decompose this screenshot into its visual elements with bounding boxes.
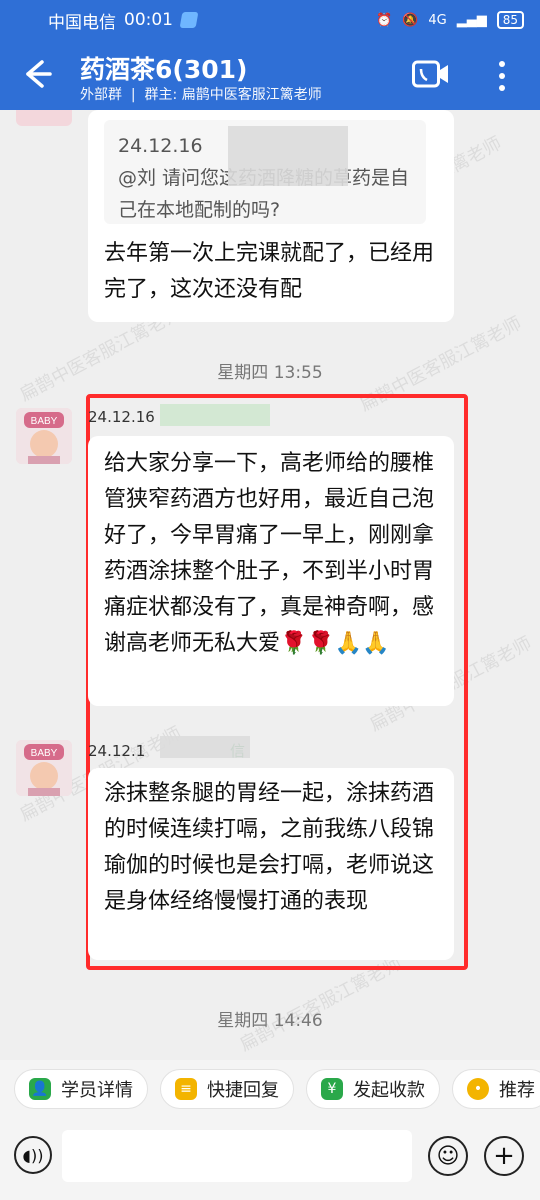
chip-label: 快捷回复 [207,1080,279,1101]
sender-name: 24.12.16 [88,408,155,426]
svg-text:BABY: BABY [31,416,58,427]
emoji-icon[interactable]: ☺ [428,1136,468,1176]
input-bar: ◖)) ☺ + [0,1118,540,1200]
plus-icon[interactable]: + [484,1136,524,1176]
voice-input-icon[interactable]: ◖)) [14,1136,52,1174]
redaction-blur [160,404,270,426]
group-owner-label: 群主: 扁鹊中医客服江篱老师 [144,87,322,103]
avatar-image: BABY [16,408,72,464]
message-input[interactable] [62,1130,412,1182]
quick-reply-button[interactable]: ≡ 快捷回复 [160,1069,294,1109]
chip-label: 发起收款 [353,1080,425,1101]
redaction-blur [160,736,250,758]
quick-action-bar: 👤 学员详情 ≡ 快捷回复 ¥ 发起收款 • 推荐 [0,1060,540,1118]
mute-icon: 🔕 [402,12,419,28]
chat-header: 药酒茶6(301) 外部群 | 群主: 扁鹊中医客服江篱老师 [0,40,540,110]
message-bubble[interactable]: 涂抹整条腿的胃经一起，涂抹药酒的时候连续打嗝，之前我练八段锦瑜伽的时候也是会打嗝… [88,768,454,960]
message-text: 给大家分享一下，高老师给的腰椎管狭窄药酒方也好用，最近自己泡好了，今早胃痛了一早… [104,451,435,656]
chat-title: 药酒茶6(301) [80,55,248,84]
timestamp: 星期四 14:46 [217,1011,323,1031]
chat-area[interactable]: 扁鹊中医客服江篱老师 扁鹊中医客服江篱老师 扁鹊中医客服江篱老师 扁鹊中医客服江… [0,110,540,1060]
sender-name-prefix: 24.12.1 [88,742,146,760]
recommend-button[interactable]: • 推荐 [452,1069,540,1109]
top-bar: 中国电信 00:01 ⏰ 🔕 4G ▂▄▆ 85 药酒茶6(301) 外部群 |… [0,0,540,110]
clock: 00:01 [124,10,173,30]
recommend-icon: • [467,1078,489,1100]
timestamp: 星期四 13:55 [217,363,323,383]
chip-label: 学员详情 [61,1080,133,1101]
svg-text:BABY: BABY [31,748,58,759]
chip-label: 推荐 [499,1080,535,1101]
reply-icon: ≡ [175,1078,197,1100]
back-arrow-icon[interactable] [18,56,54,92]
request-payment-button[interactable]: ¥ 发起收款 [306,1069,440,1109]
message-text: 去年第一次上完课就配了，已经用完了，这次还没有配 [104,241,435,302]
video-call-icon[interactable] [412,60,450,88]
avatar[interactable]: BABY [16,740,72,796]
student-details-button[interactable]: 👤 学员详情 [14,1069,148,1109]
group-type-label: 外部群 [80,87,122,103]
alarm-icon: ⏰ [375,12,393,28]
avatar[interactable]: BABY [16,408,72,464]
avatar-image: BABY [16,740,72,796]
redaction-blur [228,126,348,186]
message-bubble[interactable]: 24.12.16 @刘 请问您这药酒降糖的草药是自己在本地配制的吗? 去年第一次… [88,110,454,322]
network-label: 4G [428,12,447,28]
yuan-icon: ¥ [321,1078,343,1100]
status-bar: 中国电信 00:01 ⏰ 🔕 4G ▂▄▆ 85 [0,0,540,40]
user-icon: 👤 [29,1078,51,1100]
more-options-icon[interactable] [496,58,508,94]
avatar[interactable] [16,110,72,126]
app-badge-icon [179,12,199,28]
message-text: 涂抹整条腿的胃经一起，涂抹药酒的时候连续打嗝，之前我练八段锦瑜伽的时候也是会打嗝… [104,781,435,914]
chat-subtitle: 外部群 | 群主: 扁鹊中医客服江篱老师 [80,87,322,103]
signal-icon: ▂▄▆ [456,12,487,28]
battery-indicator: 85 [496,11,524,29]
message-bubble[interactable]: 给大家分享一下，高老师给的腰椎管狭窄药酒方也好用，最近自己泡好了，今早胃痛了一早… [88,436,454,706]
carrier-label: 中国电信 [48,12,116,33]
